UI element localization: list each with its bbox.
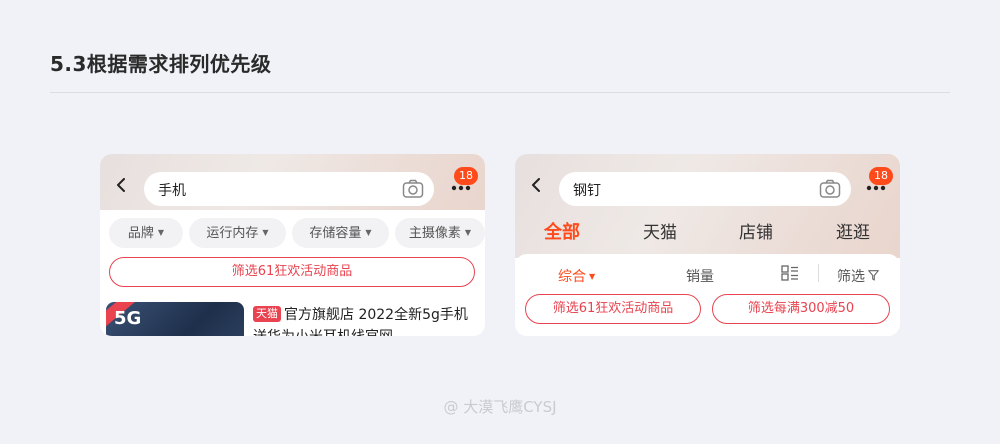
divider	[50, 92, 950, 93]
list-layout-icon[interactable]	[781, 265, 799, 281]
sort-label: 综合	[558, 269, 586, 285]
thumb-label: 5G	[114, 308, 142, 329]
search-input[interactable]: 钢钉	[559, 172, 851, 206]
camera-icon[interactable]	[819, 179, 841, 199]
search-query: 手机	[158, 183, 186, 199]
right-phone-screen: 钢钉 18 全部 天猫 店铺 逛逛 综合 ▼ 销量 筛选 筛选61狂欢活动商品 …	[515, 154, 900, 336]
promo-filter-button-discount[interactable]: 筛选每满300减50	[712, 294, 890, 324]
watermark: @ 大漠飞鹰CYSJ	[443, 398, 557, 416]
tab-shops[interactable]: 店铺	[739, 218, 773, 243]
tmall-tag: 天猫	[253, 306, 281, 322]
chip-label: 主摄像素	[408, 226, 461, 241]
filter-chip-ram[interactable]: 运行内存 ▼	[189, 218, 286, 248]
sort-divider	[818, 264, 819, 282]
caret-down-icon: ▼	[365, 228, 372, 237]
camera-icon[interactable]	[402, 179, 424, 199]
chip-label: 运行内存	[206, 226, 259, 241]
search-header: 手机 18	[100, 154, 485, 210]
back-icon[interactable]	[529, 178, 543, 192]
tab-tmall[interactable]: 天猫	[643, 218, 677, 243]
funnel-icon[interactable]	[868, 270, 879, 281]
more-icon[interactable]	[866, 185, 886, 191]
product-title-text: 官方旗舰店 2022全新5g手机送华为小米耳机线官网	[253, 307, 468, 336]
filter-chip-camera[interactable]: 主摄像素 ▼	[395, 218, 485, 248]
promo-filter-button[interactable]: 筛选61狂欢活动商品	[109, 257, 475, 287]
sort-filter[interactable]: 筛选	[837, 266, 865, 286]
product-thumbnail: 5G	[106, 302, 244, 336]
sort-sales[interactable]: 销量	[686, 266, 714, 286]
product-list-item[interactable]: 5G 天猫官方旗舰店 2022全新5g手机送华为小米耳机线官网	[100, 294, 485, 336]
caret-down-icon: ▼	[262, 228, 269, 237]
chip-label: 存储容量	[309, 226, 362, 241]
search-header: 钢钉 18 全部 天猫 店铺 逛逛	[515, 154, 900, 258]
more-icon[interactable]	[451, 185, 471, 191]
sort-comprehensive[interactable]: 综合 ▼	[558, 266, 595, 286]
tab-all[interactable]: 全部	[544, 218, 580, 244]
left-phone-screen: 手机 18 品牌 ▼ 运行内存 ▼ 存储容量 ▼ 主摄像素 ▼ 筛选61狂欢活动商品 5…	[100, 154, 485, 336]
back-icon[interactable]	[114, 178, 128, 192]
page-title: 5.3根据需求排列优先级	[50, 52, 272, 76]
product-title: 天猫官方旗舰店 2022全新5g手机送华为小米耳机线官网	[253, 304, 478, 336]
filter-chip-row: 品牌 ▼ 运行内存 ▼ 存储容量 ▼ 主摄像素 ▼	[100, 210, 485, 258]
chip-label: 品牌	[127, 226, 154, 241]
search-input[interactable]: 手机	[144, 172, 434, 206]
message-count-badge: 18	[869, 167, 893, 185]
caret-down-icon: ▼	[589, 272, 596, 281]
filter-chip-brand[interactable]: 品牌 ▼	[109, 218, 183, 248]
tab-browse[interactable]: 逛逛	[836, 218, 870, 243]
message-count-badge: 18	[454, 167, 478, 185]
promo-filter-button-61[interactable]: 筛选61狂欢活动商品	[525, 294, 701, 324]
search-query: 钢钉	[573, 183, 601, 199]
caret-down-icon: ▼	[157, 228, 165, 237]
caret-down-icon: ▼	[464, 228, 472, 237]
filter-chip-storage[interactable]: 存储容量 ▼	[292, 218, 389, 248]
